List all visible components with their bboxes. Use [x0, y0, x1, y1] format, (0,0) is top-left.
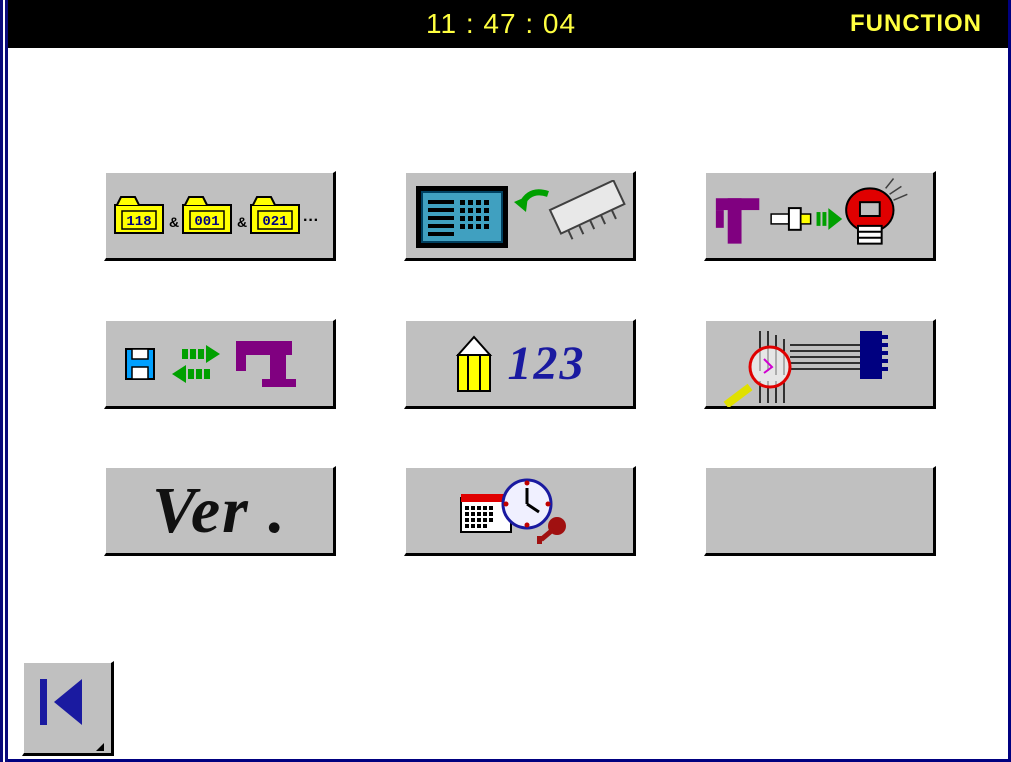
folder-separator: &: [169, 214, 179, 230]
version-button[interactable]: Ver .: [104, 466, 336, 556]
calendar-clock-key-icon: [459, 478, 566, 544]
folder-separator: &: [237, 214, 247, 230]
machine-to-lamp-icon: [715, 177, 908, 245]
folder-label: 118: [126, 214, 151, 230]
pattern-folders-icon: 118 & 001 & 021 ···: [113, 195, 319, 234]
counter-set-button[interactable]: 123: [404, 319, 636, 409]
window-frame-left: [0, 0, 8, 762]
counter-label: 123: [507, 337, 586, 390]
memory-transfer-button[interactable]: [404, 171, 636, 261]
mode-title: FUNCTION: [850, 10, 982, 37]
disk-exchange-icon: [124, 340, 296, 387]
clock-display: 11 : 47 : 04: [426, 8, 577, 39]
back-to-first-button[interactable]: [22, 661, 114, 756]
pattern-select-button[interactable]: 118 & 001 & 021 ···: [104, 171, 336, 261]
first-page-icon: [40, 679, 104, 751]
empty-function-button[interactable]: [704, 466, 936, 556]
more-indicator: ···: [303, 212, 319, 229]
version-label: Ver .: [152, 473, 287, 547]
status-bar: 11 : 47 : 04 FUNCTION: [8, 0, 1008, 48]
folder-label: 001: [194, 214, 219, 230]
circuit-test-button[interactable]: [704, 319, 936, 409]
folder-label: 021: [262, 214, 287, 230]
machine-to-memory-button[interactable]: [704, 171, 936, 261]
circuit-inspect-icon: [723, 330, 888, 407]
date-time-password-button[interactable]: [404, 466, 636, 556]
disk-machine-transfer-button[interactable]: [104, 319, 336, 409]
pencil-icon: [455, 334, 492, 392]
panel-to-memory-icon: [415, 179, 626, 248]
